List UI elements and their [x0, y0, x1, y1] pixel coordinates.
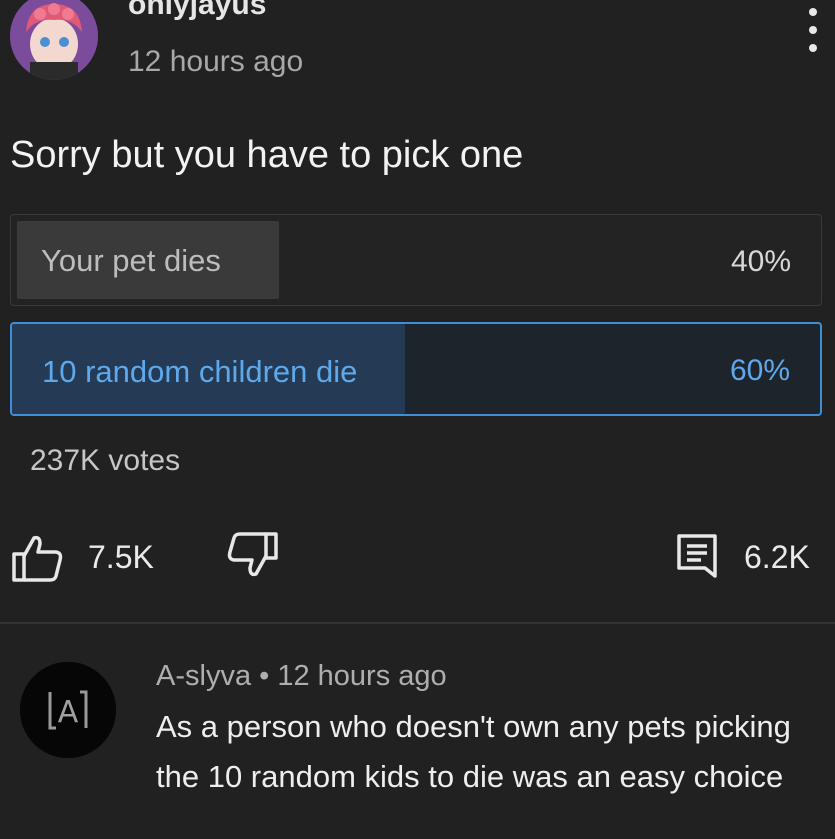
svg-text:A: A: [58, 695, 79, 730]
comment-icon[interactable]: [676, 533, 718, 579]
poll-option-2-label: 10 random children die: [42, 354, 358, 389]
more-vertical-icon[interactable]: [802, 8, 824, 58]
vote-count: 237K votes: [30, 444, 181, 477]
poll-option-1-percent: 40%: [730, 245, 791, 278]
comment-text: As a person who doesn't own any pets pic…: [156, 709, 791, 794]
section-divider: [0, 622, 835, 624]
comment-meta: A-slyva • 12 hours ago: [156, 660, 447, 692]
post-author[interactable]: onlyjayus: [128, 0, 266, 22]
commenter-avatar-logo: A: [20, 662, 116, 758]
commenter-avatar[interactable]: A: [20, 662, 116, 758]
author-avatar[interactable]: [10, 0, 98, 80]
post-timestamp: 12 hours ago: [128, 45, 304, 78]
thumbs-up-icon[interactable]: [10, 530, 66, 586]
poll-question: Sorry but you have to pick one: [10, 134, 524, 176]
poll-option-1-label: Your pet dies: [41, 243, 221, 278]
comment-count: 6.2K: [744, 539, 810, 575]
avatar-illustration: [10, 0, 98, 80]
poll-option-1[interactable]: Your pet dies 40%: [10, 214, 822, 306]
poll-option-2-selected[interactable]: 10 random children die 60%: [10, 322, 822, 416]
poll-option-2-percent: 60%: [729, 354, 790, 387]
like-count: 7.5K: [88, 539, 154, 575]
thumbs-down-icon[interactable]: [224, 528, 280, 584]
